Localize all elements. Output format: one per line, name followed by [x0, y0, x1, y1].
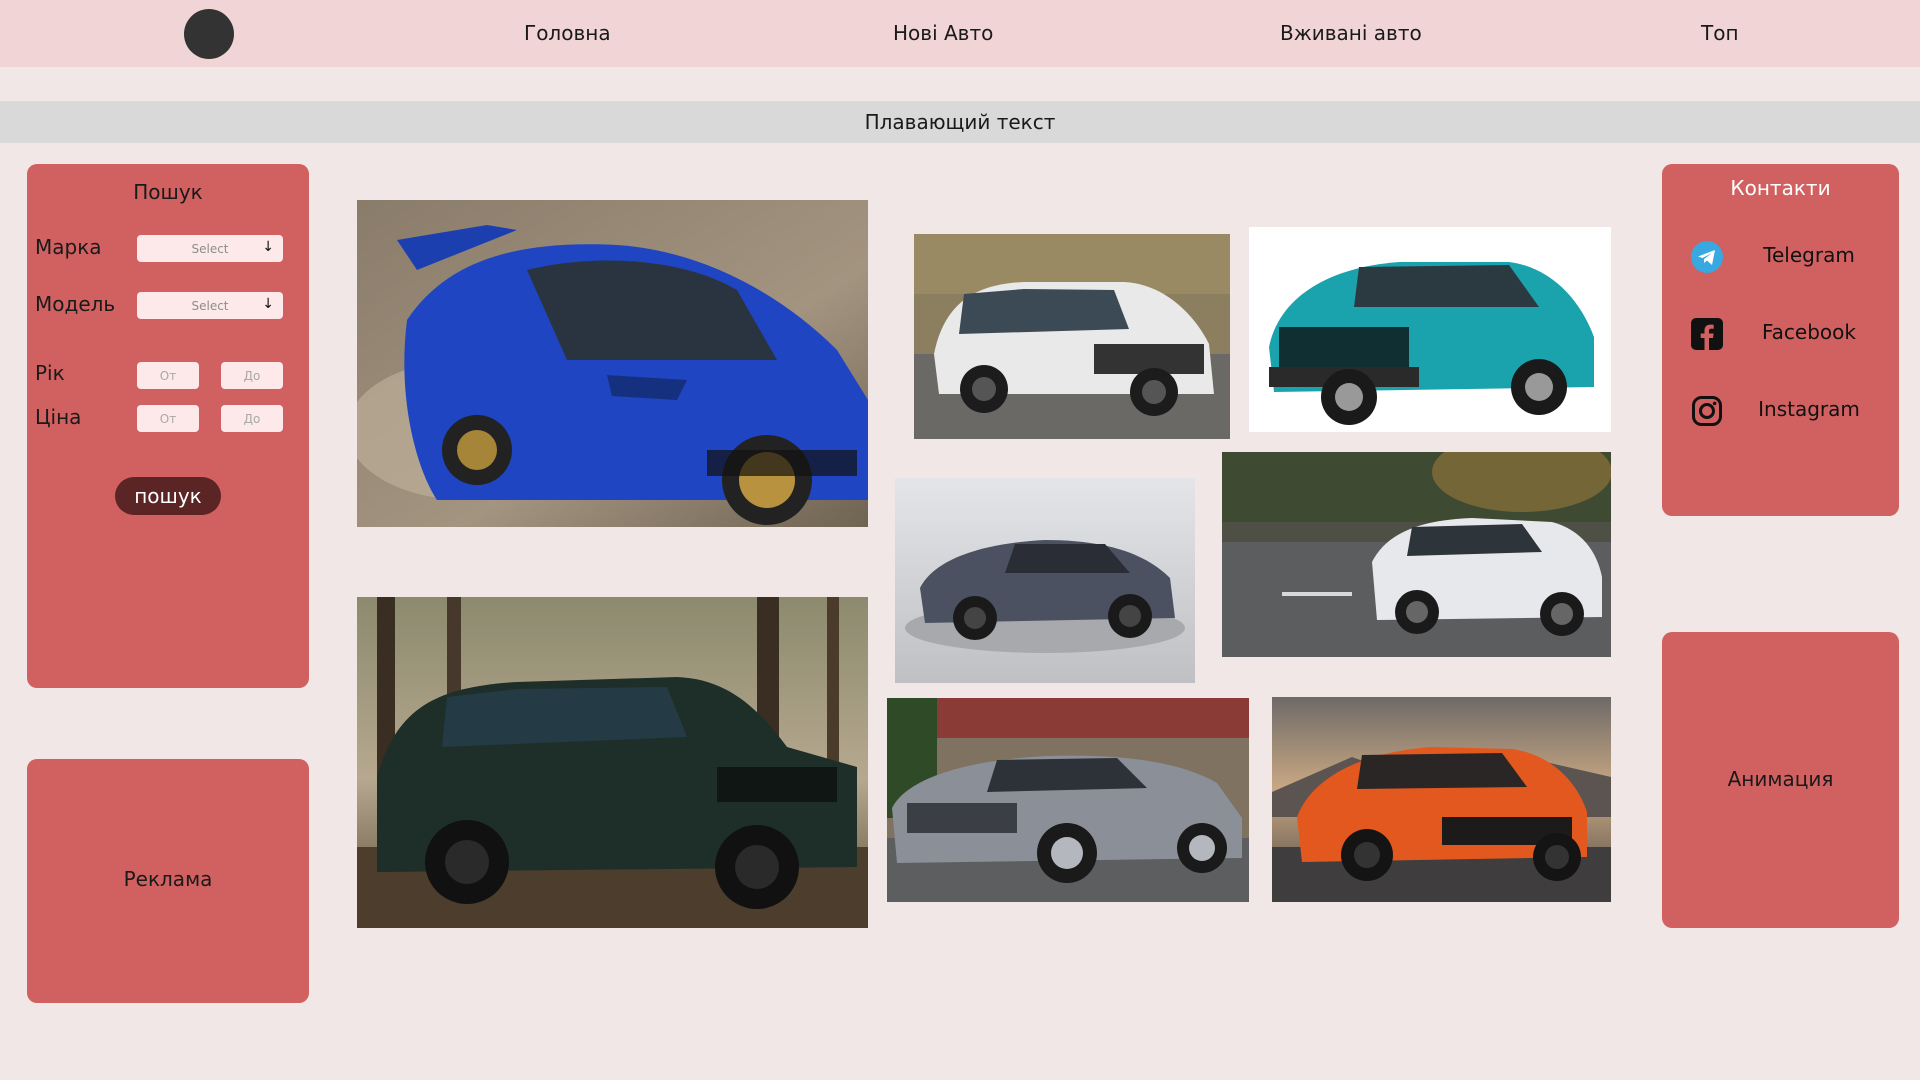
search-title: Пошук — [133, 180, 203, 204]
facebook-icon — [1691, 318, 1723, 350]
price-from-input[interactable]: От — [137, 405, 199, 432]
contact-instagram-label: Instagram — [1758, 397, 1860, 421]
contacts-panel: Контакти Telegram Facebook Instagram — [1662, 164, 1899, 516]
year-to-input[interactable]: До — [221, 362, 283, 389]
animation-panel: Анимация — [1662, 632, 1899, 928]
brand-select[interactable]: Select ↓ — [137, 235, 283, 262]
nav-link-used-cars[interactable]: Вживані авто — [1280, 20, 1422, 47]
arrow-down-icon: ↓ — [262, 296, 274, 312]
search-panel: Пошук Марка Select ↓ Модель Select ↓ Рік… — [27, 164, 309, 688]
car-photo-dark-suv[interactable] — [357, 597, 868, 928]
marquee-text: Плавающий текст — [864, 110, 1056, 134]
year-from-input[interactable]: От — [137, 362, 199, 389]
logo-circle[interactable] — [184, 9, 234, 59]
marquee-bar: Плавающий текст — [0, 101, 1920, 143]
car-photo-orange-hatchback[interactable] — [1272, 697, 1611, 902]
brand-label: Марка — [35, 235, 102, 259]
price-label: Ціна — [35, 405, 82, 429]
car-photo-white-suv[interactable] — [914, 234, 1230, 439]
ad-panel[interactable]: Реклама — [27, 759, 309, 1003]
nav-link-new-cars[interactable]: Нові Авто — [893, 20, 993, 47]
year-label: Рік — [35, 361, 65, 385]
model-select[interactable]: Select ↓ — [137, 292, 283, 319]
search-button[interactable]: пошук — [115, 477, 221, 515]
arrow-down-icon: ↓ — [262, 239, 274, 255]
car-photo-grey-sedan[interactable] — [895, 478, 1195, 683]
car-photo-white-crossover[interactable] — [1222, 452, 1611, 657]
price-to-input[interactable]: До — [221, 405, 283, 432]
car-photo-blue-sedan[interactable] — [357, 200, 868, 527]
car-photo-teal-suv[interactable] — [1249, 227, 1611, 432]
model-label: Модель — [35, 292, 116, 316]
contact-instagram[interactable]: Instagram — [1662, 391, 1899, 431]
contact-facebook-label: Facebook — [1762, 320, 1856, 344]
contacts-title: Контакти — [1730, 176, 1831, 200]
brand-select-value: Select — [191, 241, 229, 256]
nav-link-top[interactable]: Топ — [1701, 20, 1739, 47]
contact-facebook[interactable]: Facebook — [1662, 314, 1899, 354]
model-select-value: Select — [191, 298, 229, 313]
contact-telegram-label: Telegram — [1763, 243, 1855, 267]
animation-label: Анимация — [1727, 767, 1834, 791]
ad-label: Реклама — [123, 867, 213, 891]
nav-link-home[interactable]: Головна — [524, 20, 611, 47]
telegram-icon — [1691, 241, 1723, 273]
instagram-icon — [1692, 396, 1722, 426]
car-photo-silver-coupe[interactable] — [887, 698, 1249, 902]
contact-telegram[interactable]: Telegram — [1662, 237, 1899, 277]
